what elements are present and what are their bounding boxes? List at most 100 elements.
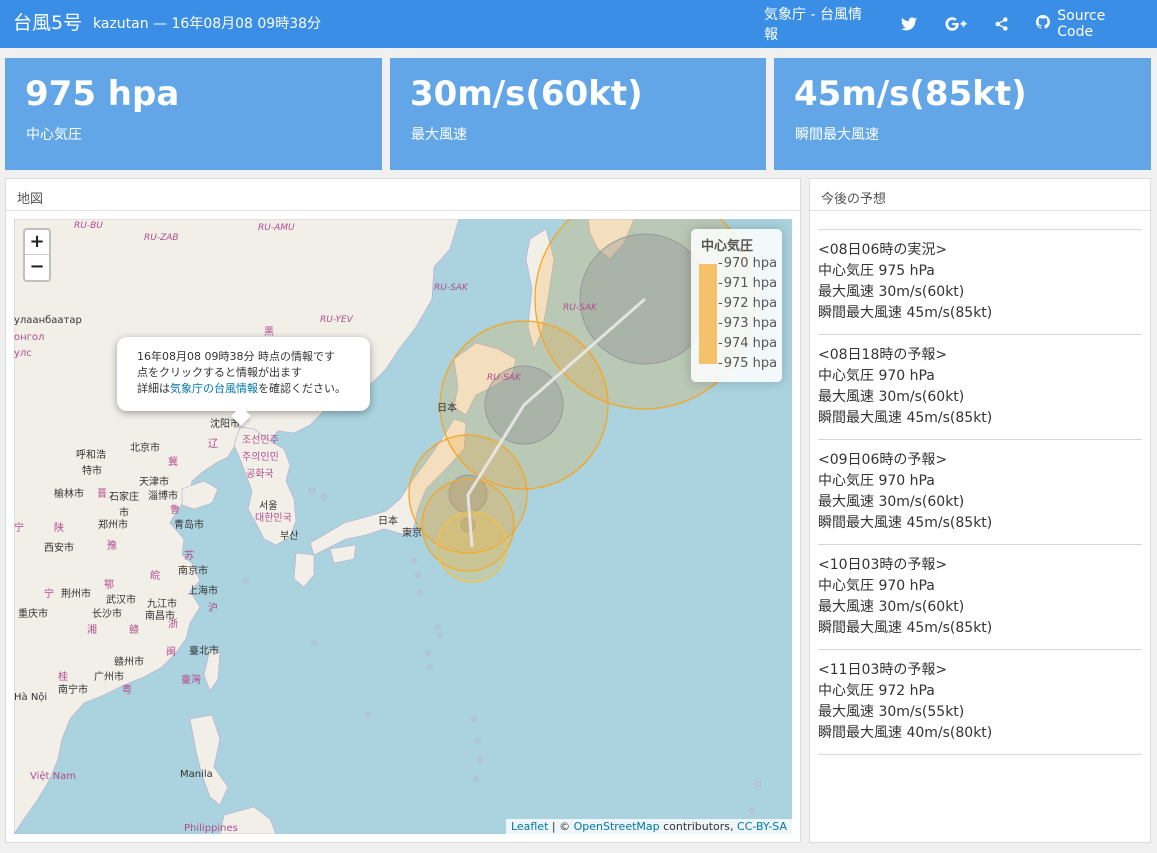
forecast-panel-title: 今後の予想 bbox=[810, 179, 1150, 211]
forecast-gust: 瞬間最大風速 45m/s(85kt) bbox=[818, 410, 993, 426]
gust-card: 45m/s(85kt) 瞬間最大風速 bbox=[774, 58, 1151, 170]
forecast-wind: 最大風速 30m/s(60kt) bbox=[818, 284, 965, 300]
legend-tick: 970 hpa bbox=[718, 255, 777, 275]
map-label-ganzhou: 赣州市 bbox=[114, 657, 144, 668]
map-label-yulin: 榆林市 bbox=[54, 489, 84, 500]
forecast-divider bbox=[818, 754, 1142, 755]
forecast-heading: <09日06時の予報> bbox=[818, 452, 948, 468]
forecast-pressure: 中心気圧 970 hPa bbox=[818, 473, 935, 489]
osm-link[interactable]: OpenStreetMap bbox=[574, 820, 660, 833]
forecast-item: <11日03時の予報> 中心気圧 972 hPa 最大風速 30m/s(55kt… bbox=[818, 649, 1142, 754]
kyushu-land bbox=[293, 552, 315, 588]
map-label-taiwan: 臺灣 bbox=[181, 675, 201, 686]
forecast-item: <08日18時の予報> 中心気圧 970 hPa 最大風速 30m/s(60kt… bbox=[818, 334, 1142, 439]
typhoon-map[interactable]: RU-BU RU-ZAB RU-AMU RU-SAK RU-YEV RU-SAK… bbox=[14, 219, 792, 834]
map-label-chongqing: 重庆市 bbox=[18, 609, 48, 620]
map-label-shijiazhuang: 石家庄 bbox=[109, 492, 139, 503]
shikoku-land bbox=[329, 544, 357, 564]
forecast-gust: 瞬間最大風速 40m/s(80kt) bbox=[818, 725, 993, 741]
source-code-link[interactable]: Source Code bbox=[1022, 0, 1157, 48]
forecast-pressure: 中心気圧 972 hPa bbox=[818, 683, 935, 699]
legend-tick: 974 hpa bbox=[718, 335, 777, 355]
map-label-yue: 粤 bbox=[122, 685, 132, 696]
map-label-ru-sak-3: RU-SAK bbox=[487, 373, 521, 383]
forecast-heading: <08日06時の実況> bbox=[818, 242, 948, 258]
luzon-land bbox=[189, 714, 229, 806]
share-icon[interactable] bbox=[981, 0, 1022, 48]
map-label-xiang: 湘 bbox=[87, 625, 97, 636]
brand-title[interactable]: 台風5号 bbox=[13, 11, 82, 35]
legend-color-bar bbox=[699, 264, 717, 364]
map-label-gan: 赣 bbox=[129, 625, 139, 636]
map-label-changsha: 长沙市 bbox=[92, 609, 122, 620]
forecast-item: <08日06時の実況> 中心気圧 975 hPa 最大風速 30m/s(60kt… bbox=[818, 229, 1142, 334]
map-label-tokyo: 東京 bbox=[402, 528, 422, 539]
map-label-e: 鄂 bbox=[104, 580, 114, 591]
map-label-konghwa: 공화국 bbox=[246, 469, 274, 480]
legend-title: 中心気圧 bbox=[701, 239, 754, 254]
jma-info-link[interactable]: 気象庁の台風情報 bbox=[170, 382, 258, 395]
map-label-hohhot: 呼和浩 bbox=[76, 450, 106, 461]
license-link[interactable]: CC-BY-SA bbox=[737, 820, 787, 833]
map-label-taipei: 臺北市 bbox=[189, 646, 219, 657]
google-plus-icon[interactable] bbox=[931, 0, 981, 48]
map-label-liao: 辽 bbox=[208, 439, 218, 450]
map-label-qingdao: 青岛市 bbox=[174, 520, 204, 531]
source-code-label: Source Code bbox=[1057, 8, 1106, 40]
map-panel: 地図 RU-BU RU-ZAB RU-AMU RU-SAK RU-YEV RU-… bbox=[5, 178, 801, 843]
forecast-wind: 最大風速 30m/s(55kt) bbox=[818, 704, 965, 720]
leaflet-link[interactable]: Leaflet bbox=[511, 820, 548, 833]
legend-tick: 975 hpa bbox=[718, 355, 777, 375]
legend-tick: 973 hpa bbox=[718, 315, 777, 335]
map-attribution: Leaflet | © OpenStreetMap contributors, … bbox=[505, 819, 792, 834]
map-label-xian: 西安市 bbox=[44, 543, 74, 554]
forecast-pressure: 中心気圧 970 hPa bbox=[818, 368, 935, 384]
attribution-sep: | © bbox=[548, 820, 574, 833]
map-label-ru-bu: RU-BU bbox=[74, 221, 103, 231]
map-label-shanghai: 上海市 bbox=[188, 586, 218, 597]
zoom-control: + − bbox=[23, 228, 51, 282]
forecast-heading: <08日18時の予報> bbox=[818, 347, 948, 363]
jma-typhoon-link[interactable]: 気象庁 - 台風情報 bbox=[750, 0, 887, 48]
map-label-jingzhou: 荆州市 bbox=[61, 589, 91, 600]
forecast-pressure: 中心気圧 975 hPa bbox=[818, 263, 935, 279]
map-label-ru-yev: RU-YEV bbox=[320, 315, 353, 325]
max-wind-card: 30m/s(60kt) 最大風速 bbox=[390, 58, 766, 170]
forecast-gust: 瞬間最大風速 45m/s(85kt) bbox=[818, 620, 993, 636]
popup-line-3-suffix: を確認ください。 bbox=[258, 382, 346, 395]
map-label-ning-2: 宁 bbox=[14, 523, 24, 534]
map-label-wuhan: 武汉市 bbox=[106, 595, 136, 606]
map-label-nippon-1: 日本 bbox=[437, 403, 457, 414]
map-label-manila: Manila bbox=[180, 769, 213, 780]
map-label-mongol: онгол bbox=[14, 332, 45, 343]
map-label-juuiinmin: 주의인민 bbox=[242, 452, 279, 463]
map-label-hu: 沪 bbox=[208, 603, 218, 614]
map-label-ru-zab: RU-ZAB bbox=[144, 233, 179, 243]
info-popup: 16年08月08 09時38分 時点の情報です 点をクリックすると情報が出ます … bbox=[117, 337, 370, 426]
page-subtitle: kazutan — 16年08月08 09時38分 bbox=[93, 16, 322, 32]
map-label-ru-amu: RU-AMU bbox=[258, 223, 295, 233]
map-label-busan: 부산 bbox=[280, 531, 299, 542]
map-label-ji: 冀 bbox=[168, 457, 178, 468]
github-icon bbox=[1036, 15, 1051, 33]
twitter-icon[interactable] bbox=[887, 0, 931, 48]
forecast-panel: 今後の予想 <08日06時の実況> 中心気圧 975 hPa 最大風速 30m/… bbox=[809, 178, 1151, 843]
forecast-wind: 最大風速 30m/s(60kt) bbox=[818, 599, 965, 615]
forecast-pressure: 中心気圧 970 hPa bbox=[818, 578, 935, 594]
pressure-legend: 中心気圧 970 hpa 971 hpa 972 hpa 973 hpa 974… bbox=[691, 229, 782, 382]
map-label-shaan: 陕 bbox=[54, 523, 64, 534]
navbar: 台風5号 kazutan — 16年08月08 09時38分 気象庁 - 台風情… bbox=[0, 0, 1157, 48]
zoom-in-button[interactable]: + bbox=[25, 230, 49, 255]
map-label-ru-sak: RU-SAK bbox=[434, 283, 468, 293]
forecast-item: <10日03時の予報> 中心気圧 970 hPa 最大風速 30m/s(60kt… bbox=[818, 544, 1142, 649]
zoom-out-button[interactable]: − bbox=[25, 255, 49, 280]
map-label-nippon-2: 日本 bbox=[378, 516, 398, 527]
popup-line-3: 詳細は気象庁の台風情報を確認ください。 bbox=[137, 381, 356, 397]
map-label-nanning: 南宁市 bbox=[58, 685, 88, 696]
popup-line-3-prefix: 詳細は bbox=[137, 382, 170, 395]
forecast-list: <08日06時の実況> 中心気圧 975 hPa 最大風速 30m/s(60kt… bbox=[818, 229, 1142, 755]
forecast-item: <09日06時の予報> 中心気圧 970 hPa 最大風速 30m/s(60kt… bbox=[818, 439, 1142, 544]
map-label-zibo: 淄博市 bbox=[148, 491, 178, 502]
map-label-lu: 鲁 bbox=[170, 505, 180, 516]
pressure-value: 975 hpa bbox=[25, 74, 180, 114]
